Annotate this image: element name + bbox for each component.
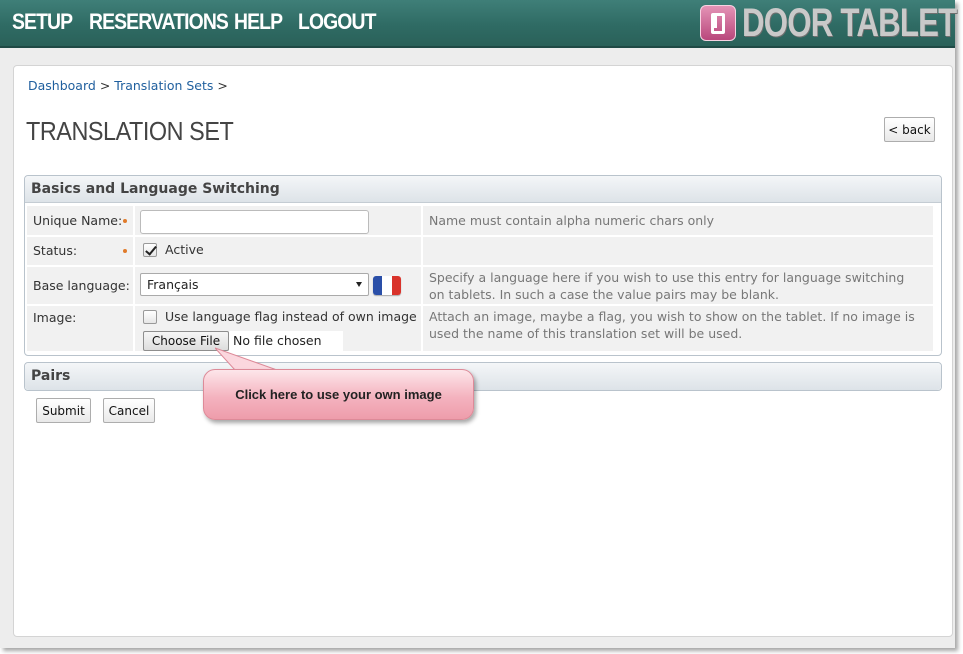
unique-name-hint: Name must contain alpha numeric chars on…	[429, 213, 715, 228]
unique-name-label: Unique Name:	[33, 213, 123, 228]
breadcrumb-separator: >	[99, 78, 111, 93]
basics-section: Basics and Language Switching Unique Nam…	[24, 175, 942, 356]
image-row: Image: Use language flag instead of own …	[27, 306, 933, 351]
status-label: Status:	[33, 243, 78, 258]
nav-reservations[interactable]: RESERVATIONS	[89, 9, 229, 35]
callout-tooltip: Click here to use your own image	[203, 369, 474, 420]
use-flag-checkbox[interactable]	[143, 310, 157, 324]
nav-help[interactable]: HELP	[234, 9, 283, 35]
cancel-button[interactable]: Cancel	[103, 398, 155, 423]
base-language-label: Base language:	[33, 278, 130, 293]
breadcrumb-separator: >	[217, 78, 228, 93]
unique-name-input[interactable]	[140, 210, 369, 234]
active-checkbox-label: Active	[165, 242, 204, 257]
logo-text: DOOR TABLET UI	[742, 1, 963, 45]
submit-button[interactable]: Submit	[36, 398, 91, 423]
nav-logout[interactable]: LOGOUT	[298, 9, 376, 35]
required-indicator	[123, 219, 127, 223]
callout-text: Click here to use your own image	[235, 387, 442, 402]
base-language-selected: Français	[147, 277, 199, 292]
required-indicator	[123, 249, 127, 253]
basics-section-header[interactable]: Basics and Language Switching	[25, 176, 941, 203]
breadcrumb-translation-sets[interactable]: Translation Sets	[114, 78, 213, 93]
page-title: TRANSLATION SET	[26, 116, 234, 146]
app-window: SETUP RESERVATIONS HELP LOGOUT DOOR TABL…	[0, 0, 963, 648]
base-language-select[interactable]: Français	[140, 273, 369, 296]
base-language-row: Base language: Français Specify a langua…	[27, 267, 933, 304]
use-flag-checkbox-label: Use language flag instead of own image	[165, 309, 417, 324]
active-checkbox[interactable]	[143, 243, 157, 257]
dropdown-caret-icon	[356, 282, 362, 287]
pairs-section-header[interactable]: Pairs	[25, 363, 941, 390]
pairs-section: Pairs	[24, 362, 942, 391]
nav-setup[interactable]: SETUP	[12, 9, 73, 35]
breadcrumb: Dashboard > Translation Sets >	[28, 78, 228, 93]
back-button[interactable]: < back	[884, 117, 935, 142]
content-panel: Dashboard > Translation Sets > TRANSLATI…	[13, 65, 953, 637]
status-row: Status: Active	[27, 237, 933, 265]
logo-tablet-icon	[700, 5, 736, 41]
base-language-hint: Specify a language here if you wish to u…	[429, 270, 905, 302]
unique-name-row: Unique Name: Name must contain alpha num…	[27, 206, 933, 235]
breadcrumb-dashboard[interactable]: Dashboard	[28, 78, 96, 93]
image-hint: Attach an image, maybe a flag, you wish …	[429, 309, 915, 341]
top-navbar: SETUP RESERVATIONS HELP LOGOUT DOOR TABL…	[0, 0, 963, 48]
french-flag-icon	[373, 276, 401, 295]
image-label: Image:	[33, 310, 77, 325]
